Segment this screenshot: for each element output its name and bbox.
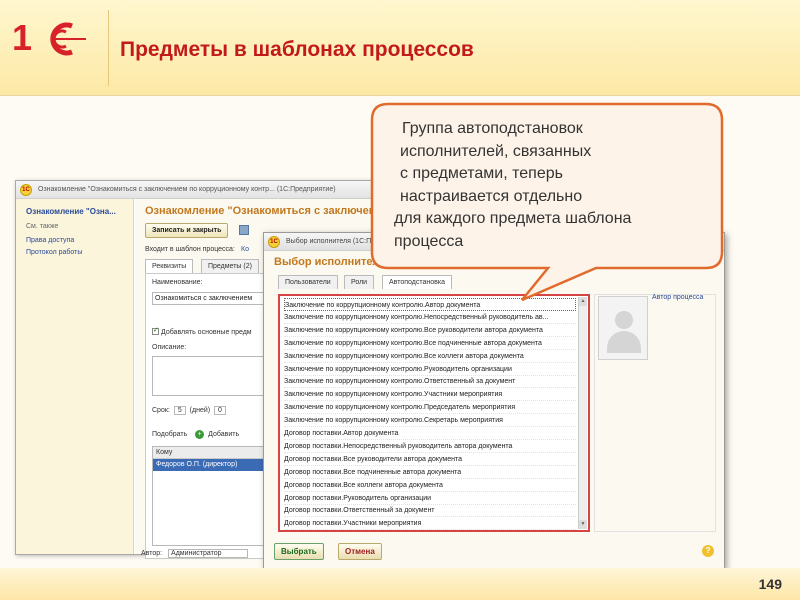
grid-header-to[interactable]: Кому — [153, 447, 265, 459]
slide-footer: 149 — [0, 568, 800, 600]
svg-text:1: 1 — [12, 17, 32, 58]
author-label: Автор: — [141, 550, 163, 557]
template-label: Входит в шаблон процесса: — [145, 246, 235, 253]
person-body-icon — [607, 331, 641, 353]
list-item[interactable]: Договор поставки.Автор документа — [284, 427, 576, 440]
list-item[interactable]: Заключение по коррупционному контролю.Не… — [284, 311, 576, 324]
list-item[interactable]: Договор поставки.Все подчиненные автора … — [284, 466, 576, 479]
performers-toolbar: Подобрать + Добавить — [152, 430, 239, 439]
name-label: Наименование: — [152, 279, 203, 286]
list-item[interactable]: Заключение по коррупционному контролю.Уч… — [284, 388, 576, 402]
task-window-title: Ознакомление "Ознакомиться с заключением… — [38, 186, 336, 193]
choose-performer-dialog: 1С Выбор исполнителя (1С:Предприятие) ▫ … — [263, 232, 725, 569]
tab-roles[interactable]: Роли — [344, 275, 375, 289]
requisites-panel: Наименование: Ознакомиться с заключением… — [145, 273, 271, 559]
dialog-body: Выбор исполнителя Пользователи Роли Авто… — [264, 251, 724, 568]
autosubstitution-list[interactable]: ▲ ▼ Заключение по коррупционному контрол… — [278, 294, 590, 532]
tab-subjects[interactable]: Предметы (2) — [201, 259, 259, 273]
add-subjects-label: Добавлять основные предм — [161, 329, 252, 336]
help-icon[interactable]: ? — [702, 545, 714, 557]
list-item[interactable]: Заключение по коррупционному контролю.Вс… — [284, 337, 576, 350]
template-link[interactable]: Ко — [241, 246, 249, 253]
save-icon[interactable] — [239, 225, 249, 235]
add-subjects-checkbox[interactable]: Добавлять основные предм — [152, 326, 252, 336]
term-hours-field[interactable]: 0 — [214, 406, 226, 415]
callout-line: с предметами, теперь — [400, 165, 563, 182]
1c-logo-icon: 1 — [12, 17, 86, 58]
add-icon[interactable]: + — [195, 430, 205, 439]
list-item[interactable]: Заключение по коррупционному контролю.Вс… — [284, 324, 576, 337]
description-label: Описание: — [152, 344, 187, 351]
term-row: Срок: 5 (дней) 0 — [152, 406, 228, 415]
sidebar-link-access-rights[interactable]: Права доступа — [26, 237, 74, 244]
callout-line: настраивается отдельно — [400, 187, 583, 205]
checkbox-checked-icon[interactable] — [152, 326, 159, 335]
header-divider — [108, 10, 109, 86]
add-button[interactable]: Добавить — [208, 431, 239, 438]
task-heading: Ознакомление "Ознакомиться с заключением… — [145, 205, 422, 217]
dialog-heading: Выбор исполнителя — [274, 256, 386, 268]
app-icon: 1С — [20, 184, 32, 196]
callout-line: исполнителей, связанных — [400, 142, 592, 160]
author-field[interactable]: Администратор — [168, 549, 249, 558]
list-item[interactable]: Заключение по коррупционному контролю.Пр… — [284, 401, 576, 415]
list-item[interactable]: Заключение по коррупционному контролю.Вс… — [284, 350, 576, 363]
callout-line: процесса — [394, 232, 464, 250]
user-photo — [598, 296, 648, 360]
process-author-link[interactable]: Автор процесса — [652, 294, 703, 301]
callout-text: Группа автоподстановок исполнителей, свя… — [386, 118, 716, 253]
list-item[interactable]: Заключение по коррупционному контролю.Ав… — [284, 298, 576, 311]
list-item[interactable]: Договор поставки.Руководитель организаци… — [284, 492, 576, 505]
term-unit: (дней) — [189, 407, 211, 414]
slide-title: Предметы в шаблонах процессов — [120, 38, 474, 61]
tab-requisites[interactable]: Реквизиты — [145, 259, 194, 273]
list-item[interactable]: Заключение по коррупционному контролю.Се… — [284, 414, 576, 428]
list-item[interactable]: Заключение по коррупционному контролю.Ру… — [284, 363, 576, 376]
person-head-icon — [615, 311, 633, 329]
performers-grid: Кому Федоров О.П. (директор) — [152, 446, 266, 546]
see-also-label: См. также — [26, 223, 59, 230]
select-button[interactable]: Выбрать — [274, 543, 324, 560]
scroll-up-icon[interactable]: ▲ — [579, 297, 587, 306]
list-item[interactable]: Договор поставки.Все коллеги автора доку… — [284, 479, 576, 492]
app-icon: 1С — [268, 236, 280, 248]
grid-row[interactable]: Федоров О.П. (директор) — [153, 459, 265, 471]
name-field[interactable]: Ознакомиться с заключением — [152, 292, 266, 305]
task-sidebar: Ознакомление "Озна... См. также Права до… — [16, 199, 134, 554]
scroll-down-icon[interactable]: ▼ — [579, 520, 587, 529]
term-days-field[interactable]: 5 — [173, 406, 186, 415]
callout-line: для каждого предмета шаблона — [394, 210, 632, 227]
author-row: Автор: Администратор — [141, 549, 249, 558]
tab-autosubstitution[interactable]: Автоподстановка — [382, 275, 452, 289]
list-item[interactable]: Договор поставки.Ответственный за докуме… — [284, 504, 576, 518]
list-item[interactable]: Договор поставки.Непосредственный руково… — [284, 440, 576, 453]
cancel-button[interactable]: Отмена — [338, 543, 382, 560]
save-and-close-button[interactable]: Записать и закрыть — [145, 223, 229, 238]
sidebar-link-work-log[interactable]: Протокол работы — [26, 249, 82, 256]
description-field[interactable] — [152, 356, 266, 396]
tab-users[interactable]: Пользователи — [278, 275, 338, 289]
term-label: Срок: — [152, 407, 170, 414]
sidebar-title[interactable]: Ознакомление "Озна... — [26, 207, 116, 216]
list-scrollbar[interactable]: ▲ ▼ — [578, 297, 587, 529]
list-item[interactable]: Договор поставки.Участники мероприятия — [284, 517, 576, 531]
list-item[interactable]: Заключение по коррупционному контролю.От… — [284, 375, 576, 389]
list-item[interactable]: Договор поставки.Все руководители автора… — [284, 453, 576, 466]
callout-line: Группа автоподстановок — [402, 120, 583, 137]
slide-header: 1 Предметы в шаблонах процессов — [0, 0, 800, 96]
page-number: 149 — [758, 576, 782, 592]
pick-button[interactable]: Подобрать — [152, 431, 187, 438]
